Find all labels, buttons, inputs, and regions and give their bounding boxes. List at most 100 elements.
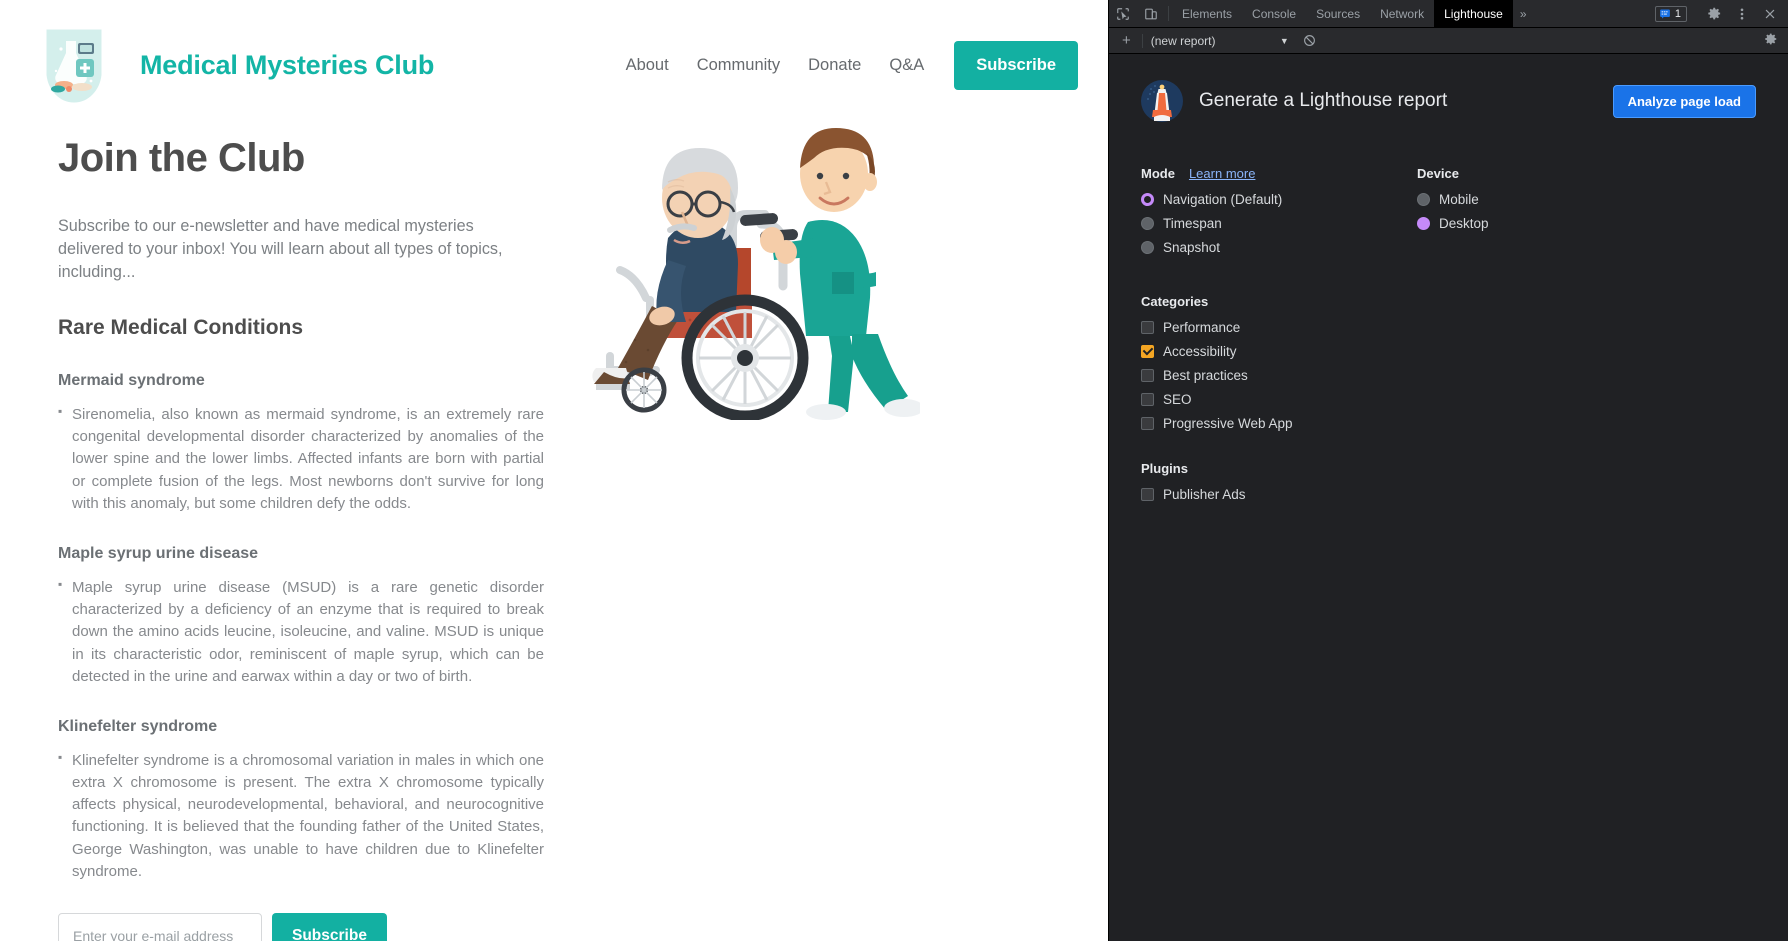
learn-more-link[interactable]: Learn more — [1189, 166, 1255, 181]
category-performance[interactable]: Performance — [1141, 320, 1756, 335]
mode-section: Mode Learn more Navigation (Default) Tim… — [1141, 166, 1417, 264]
device-label: Device — [1417, 166, 1459, 181]
tab-lighthouse[interactable]: Lighthouse — [1434, 0, 1513, 27]
mode-option-timespan-label: Timespan — [1163, 216, 1222, 231]
checkbox-accessibility[interactable] — [1141, 345, 1154, 358]
checkbox-publisher-ads[interactable] — [1141, 488, 1154, 501]
radio-timespan[interactable] — [1141, 217, 1154, 230]
lighthouse-logo — [1141, 80, 1183, 122]
page-title: Join the Club — [58, 136, 305, 180]
category-accessibility[interactable]: Accessibility — [1141, 344, 1756, 359]
web-page: Medical Mysteries Club About Community D… — [0, 0, 1108, 941]
checkbox-seo[interactable] — [1141, 393, 1154, 406]
issues-icon — [1660, 9, 1670, 18]
category-pwa[interactable]: Progressive Web App — [1141, 416, 1756, 431]
newsletter-form: Subscribe — [58, 913, 544, 941]
plugin-publisher-ads[interactable]: Publisher Ads — [1141, 487, 1756, 502]
device-option-mobile[interactable]: Mobile — [1417, 192, 1489, 207]
category-best-practices[interactable]: Best practices — [1141, 368, 1756, 383]
mode-option-snapshot-label: Snapshot — [1163, 240, 1221, 255]
medical-shield-logo[interactable] — [36, 19, 112, 111]
device-option-desktop-label: Desktop — [1439, 216, 1489, 231]
list-item: Klinefelter syndrome is a chromosomal va… — [58, 749, 544, 883]
category-performance-label: Performance — [1163, 320, 1241, 335]
screen: Medical Mysteries Club About Community D… — [0, 0, 1788, 941]
nav-link-community[interactable]: Community — [683, 56, 794, 75]
nav-link-donate[interactable]: Donate — [794, 56, 875, 75]
category-accessibility-label: Accessibility — [1163, 344, 1237, 359]
device-section: Device Mobile Desktop — [1417, 166, 1489, 264]
gear-icon[interactable] — [1700, 6, 1728, 21]
content-column: Join the Club Subscribe to our e-newslet… — [0, 110, 580, 941]
device-option-mobile-label: Mobile — [1439, 192, 1479, 207]
mode-label: Mode — [1141, 166, 1175, 181]
kebab-menu-icon[interactable] — [1728, 7, 1756, 21]
report-select[interactable]: (new report) ▼ — [1147, 34, 1295, 48]
condition-list-mermaid: Sirenomelia, also known as mermaid syndr… — [58, 403, 544, 515]
lighthouse-options: Mode Learn more Navigation (Default) Tim… — [1141, 166, 1756, 264]
issues-badge[interactable]: 1 — [1654, 5, 1687, 22]
plugins-label: Plugins — [1141, 461, 1188, 476]
radio-mobile[interactable] — [1417, 193, 1430, 206]
tab-console[interactable]: Console — [1242, 0, 1306, 27]
condition-title-msud: Maple syrup urine disease — [58, 544, 259, 562]
checkbox-pwa[interactable] — [1141, 417, 1154, 430]
radio-navigation[interactable] — [1141, 193, 1154, 206]
list-item: Sirenomelia, also known as mermaid syndr… — [58, 403, 544, 515]
report-select-value: (new report) — [1150, 33, 1216, 48]
checkbox-best-practices[interactable] — [1141, 369, 1154, 382]
more-tabs-icon[interactable]: » — [1513, 0, 1534, 27]
lighthouse-start-view: Generate a Lighthouse report Analyze pag… — [1109, 54, 1788, 941]
devtools-panel: Elements Console Sources Network Lightho… — [1108, 0, 1788, 941]
chevron-down-icon: ▼ — [1279, 35, 1289, 46]
brand-title: Medical Mysteries Club — [140, 49, 435, 80]
category-seo[interactable]: SEO — [1141, 392, 1756, 407]
analyze-page-load-button[interactable]: Analyze page load — [1612, 84, 1756, 118]
site-header: Medical Mysteries Club About Community D… — [0, 0, 1108, 110]
plugin-publisher-ads-label: Publisher Ads — [1163, 487, 1246, 502]
device-option-desktop[interactable]: Desktop — [1417, 216, 1489, 231]
devtools-toolbar-right: 1 — [1654, 0, 1788, 27]
categories-label: Categories — [1141, 294, 1209, 309]
radio-desktop[interactable] — [1417, 217, 1430, 230]
tab-network[interactable]: Network — [1370, 0, 1434, 27]
main-nav: About Community Donate Q&A Subscribe — [612, 40, 1078, 90]
lighthouse-subbar: + (new report) ▼ — [1109, 28, 1788, 54]
mode-option-navigation[interactable]: Navigation (Default) — [1141, 192, 1417, 207]
radio-snapshot[interactable] — [1141, 241, 1154, 254]
mode-option-timespan[interactable]: Timespan — [1141, 216, 1417, 231]
nav-link-about[interactable]: About — [612, 56, 683, 75]
close-icon[interactable] — [1756, 7, 1784, 21]
form-subscribe-button[interactable]: Subscribe — [272, 913, 387, 941]
wheelchair-illustration — [590, 120, 924, 425]
email-field[interactable] — [58, 913, 262, 941]
condition-title-klinefelter: Klinefelter syndrome — [58, 717, 218, 735]
header-subscribe-button[interactable]: Subscribe — [954, 40, 1078, 90]
category-seo-label: SEO — [1163, 392, 1192, 407]
tab-sources[interactable]: Sources — [1306, 0, 1370, 27]
condition-list-msud: Maple syrup urine disease (MSUD) is a ra… — [58, 576, 544, 688]
plugins-section: Plugins Publisher Ads — [1141, 461, 1756, 502]
clear-icon[interactable] — [1295, 34, 1324, 47]
subbar-gear-icon[interactable] — [1764, 32, 1782, 49]
category-pwa-label: Progressive Web App — [1163, 416, 1293, 431]
category-best-practices-label: Best practices — [1163, 368, 1248, 383]
subbar-divider — [1141, 33, 1143, 48]
device-toolbar-icon[interactable] — [1137, 0, 1165, 27]
illustration-column — [580, 110, 1108, 941]
condition-title-mermaid: Mermaid syndrome — [58, 372, 205, 389]
list-item: Maple syrup urine disease (MSUD) is a ra… — [58, 576, 544, 688]
section-title: Rare Medical Conditions — [58, 316, 304, 339]
inspect-element-icon[interactable] — [1109, 0, 1137, 27]
condition-list-klinefelter: Klinefelter syndrome is a chromosomal va… — [58, 749, 544, 883]
nav-link-qa[interactable]: Q&A — [875, 56, 938, 75]
checkbox-performance[interactable] — [1141, 321, 1154, 334]
devtools-tabbar: Elements Console Sources Network Lightho… — [1109, 0, 1788, 28]
categories-section: Categories Performance Accessibility Bes… — [1141, 294, 1756, 431]
mode-option-snapshot[interactable]: Snapshot — [1141, 240, 1417, 255]
mode-option-navigation-label: Navigation (Default) — [1163, 192, 1283, 207]
lighthouse-title: Generate a Lighthouse report — [1199, 90, 1448, 111]
tab-elements[interactable]: Elements — [1172, 0, 1242, 27]
new-report-button[interactable]: + — [1115, 32, 1138, 49]
issues-count: 1 — [1674, 7, 1681, 20]
